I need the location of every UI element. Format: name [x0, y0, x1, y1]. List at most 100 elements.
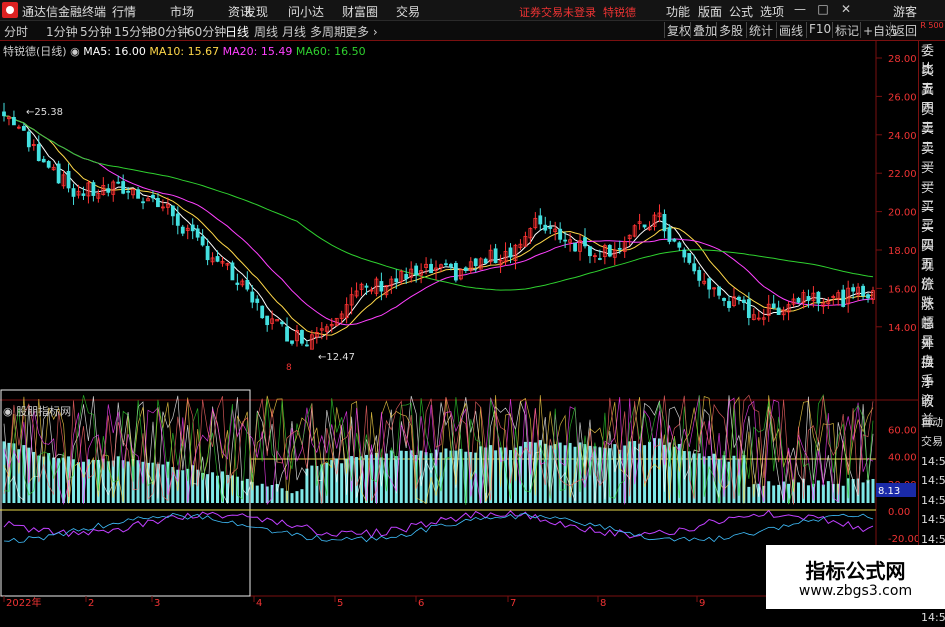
- toolbar-stats[interactable]: 统计: [746, 22, 773, 38]
- kline-chart[interactable]: 28.0026.0024.0022.0020.0018.0016.0014.00…: [0, 41, 918, 609]
- candle-body: [597, 258, 602, 260]
- price-tick-label: 28.00: [888, 54, 917, 65]
- toolbar-overlay[interactable]: 叠加: [690, 22, 717, 38]
- candle-body: [737, 296, 741, 301]
- candle-body: [26, 131, 31, 148]
- period-more[interactable]: 更多 ›: [345, 23, 378, 40]
- period-15min[interactable]: 15分钟: [114, 23, 153, 40]
- minimize-icon[interactable]: —: [792, 1, 808, 17]
- time-tick-label: 3: [154, 598, 160, 609]
- menu-item-layout[interactable]: 版面: [698, 3, 722, 20]
- candle-body: [116, 181, 121, 184]
- close-icon[interactable]: ✕: [838, 1, 854, 17]
- toolbar-adjust[interactable]: 复权: [664, 22, 691, 38]
- candle-body: [36, 144, 41, 162]
- period-60min[interactable]: 60分钟: [187, 23, 226, 40]
- indicator-bar: [613, 444, 617, 503]
- ma5-value: MA5: 16.00: [83, 45, 146, 58]
- candle-body: [305, 344, 309, 347]
- menu-item-options[interactable]: 选项: [760, 3, 784, 20]
- indicator-tick-label: -20.00: [888, 534, 918, 545]
- period-5min[interactable]: 5分钟: [80, 23, 112, 40]
- toolbar-back[interactable]: 返回: [890, 22, 917, 38]
- side-panel-item: 14:56: [921, 454, 945, 468]
- menu-item-wealth[interactable]: 财富圈: [342, 3, 378, 20]
- indicator-bar: [861, 482, 865, 503]
- period-multi[interactable]: 多周期: [310, 23, 346, 40]
- indicator-bar: [841, 485, 845, 503]
- time-tick-label: 5: [337, 598, 343, 609]
- candle-body: [156, 197, 160, 208]
- toolbar-multi-stock[interactable]: 多股: [716, 22, 743, 38]
- period-1min[interactable]: 1分钟: [46, 23, 78, 40]
- period-monthly[interactable]: 月线: [282, 23, 306, 40]
- event-marker: 8: [286, 363, 292, 373]
- indicator-bar: [409, 450, 413, 503]
- indicator-bar: [623, 445, 627, 503]
- quote-side-panel: 委比 卖五 卖四 卖三 卖二 卖一 买一 买二 买三 买四 买五 现价 涨跌 涨幅 总量 外盘 换手 净资 收益 自动…: [918, 41, 945, 624]
- indicator-bar: [181, 470, 185, 503]
- candle-body: [617, 247, 622, 250]
- indicator-current-value: 8.13: [878, 486, 900, 497]
- price-tick-label: 14.00: [888, 323, 917, 334]
- indicator-settings-icon[interactable]: ◉: [3, 405, 13, 418]
- candle-body: [245, 279, 250, 290]
- candle-body: [677, 242, 682, 248]
- side-panel-item: 14:56: [921, 493, 945, 507]
- indicator-bar: [399, 450, 403, 503]
- toolbar-draw[interactable]: 画线: [776, 22, 803, 38]
- indicator-bar: [290, 493, 294, 503]
- toolbar-f10[interactable]: F10: [806, 22, 831, 38]
- candle-body: [12, 116, 16, 126]
- menu-item-ask[interactable]: 问小达: [288, 3, 324, 20]
- candle-body: [379, 281, 384, 292]
- logo-icon: [2, 2, 18, 18]
- candle-body: [2, 111, 6, 117]
- period-30min[interactable]: 30分钟: [150, 23, 189, 40]
- side-panel-item: 14:56: [921, 474, 945, 487]
- login-notice[interactable]: 证券交易未登录 特锐德: [519, 4, 636, 20]
- candle-body: [707, 278, 712, 290]
- candle-body: [866, 294, 870, 299]
- indicator-title: ◉ 股朋指标网: [3, 403, 71, 419]
- indicator-bar: [767, 481, 771, 503]
- menu-item-formula[interactable]: 公式: [729, 3, 753, 20]
- chevron-right-icon: ›: [369, 25, 378, 39]
- indicator-bar: [404, 450, 408, 503]
- indicator-name: 股朋指标网: [16, 405, 72, 418]
- candle-body: [538, 215, 543, 225]
- maximize-icon[interactable]: □: [815, 1, 831, 17]
- menu-item-market[interactable]: 市场: [170, 3, 194, 20]
- candle-body: [687, 253, 692, 263]
- oscillator-line: [3, 512, 874, 543]
- settings-icon[interactable]: ◉: [70, 45, 80, 58]
- candle-body: [861, 285, 865, 297]
- menu-item-trade[interactable]: 交易: [396, 3, 420, 20]
- watermark: 指标公式网 www.zbgs3.com: [766, 545, 945, 609]
- period-weekly[interactable]: 周线: [254, 23, 278, 40]
- indicator-bar: [826, 481, 830, 503]
- indicator-bar: [295, 491, 299, 503]
- period-daily[interactable]: 日线: [225, 23, 249, 40]
- time-tick-label: 6: [418, 598, 424, 609]
- menu-item-discover[interactable]: 发现: [244, 3, 268, 20]
- indicator-bar: [871, 478, 875, 503]
- candle-body: [394, 278, 399, 283]
- candle-body: [543, 224, 548, 231]
- candle-body: [841, 289, 846, 307]
- menu-item-quotes[interactable]: 行情: [112, 3, 136, 20]
- toolbar-mark[interactable]: 标记: [832, 22, 859, 38]
- indicator-tick-label: 40.00: [888, 453, 917, 464]
- candle-body: [816, 291, 821, 304]
- indicator-bar: [136, 460, 140, 503]
- indicator-bar: [444, 448, 448, 503]
- guest-label[interactable]: 游客: [893, 3, 917, 20]
- candle-body: [851, 287, 856, 292]
- candle-body: [607, 244, 612, 257]
- time-tick-label: 4: [256, 598, 262, 609]
- menu-item-function[interactable]: 功能: [666, 3, 690, 20]
- candle-body: [205, 245, 210, 261]
- low-annotation: ←12.47: [318, 352, 355, 363]
- period-tick[interactable]: 分时: [4, 23, 28, 40]
- side-panel-item: 交易: [921, 435, 943, 448]
